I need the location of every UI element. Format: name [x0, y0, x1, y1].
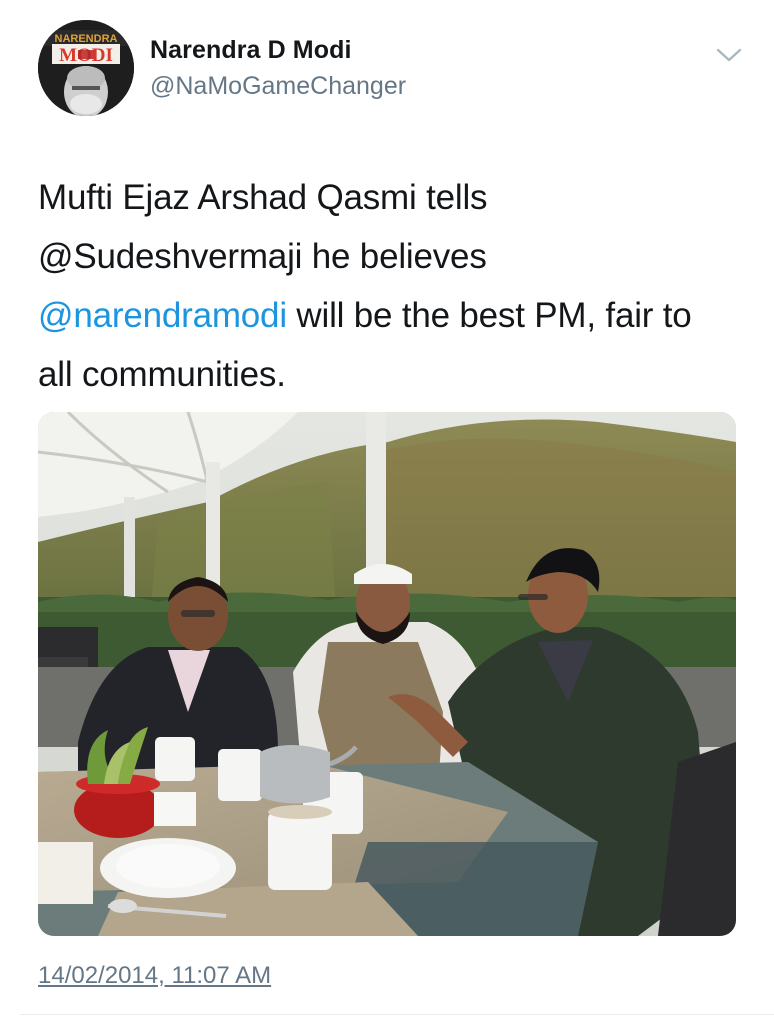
tweet-text-line: @narendramodi will be the best PM, fair … — [38, 286, 748, 345]
tweet-card: NARENDRA MODI Narendra D Modi @NaMoGameC… — [0, 0, 774, 1024]
tweet-timestamp[interactable]: 14/02/2014, 11:07 AM — [38, 962, 271, 990]
tweet-text-line: @Sudeshvermaji he believes — [38, 237, 487, 276]
avatar-image: NARENDRA MODI — [38, 20, 134, 116]
tweet-text-segment: will be the best PM, fair to — [286, 296, 692, 335]
photo-scene — [38, 412, 736, 936]
chevron-down-icon[interactable] — [712, 42, 746, 66]
author-avatar[interactable]: NARENDRA MODI — [38, 20, 134, 116]
tweet-text-line: Mufti Ejaz Arshad Qasmi tells — [38, 178, 488, 217]
avatar-text-top: NARENDRA — [55, 33, 118, 45]
tweet-text: Mufti Ejaz Arshad Qasmi tells @Sudeshver… — [38, 168, 748, 404]
author-name[interactable]: Narendra D Modi — [150, 36, 352, 65]
divider — [20, 1014, 774, 1015]
tweet-text-line: all communities. — [38, 355, 286, 394]
mention-link[interactable]: @narendramodi — [38, 296, 287, 335]
author-handle[interactable]: @NaMoGameChanger — [150, 72, 406, 101]
tweet-photo[interactable] — [38, 412, 736, 936]
